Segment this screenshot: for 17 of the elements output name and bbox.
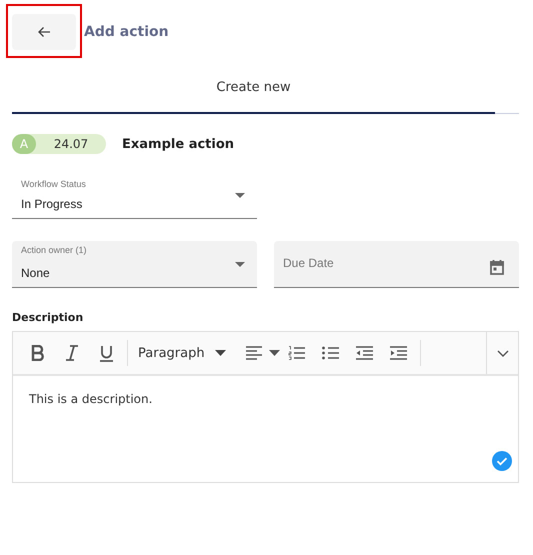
paragraph-dropdown[interactable]: Paragraph [132, 336, 236, 370]
calendar-icon [490, 259, 504, 275]
badge-number: 24.07 [52, 137, 90, 151]
dropdown-caret-icon [235, 193, 245, 198]
date-field[interactable]: Due Date [274, 241, 519, 288]
select-field[interactable]: Action owner (1) None [12, 241, 257, 288]
description-label: Description [12, 311, 84, 324]
tab[interactable]: Create new [12, 64, 495, 114]
badge-letter: A [12, 134, 36, 154]
caret-icon [214, 350, 226, 356]
back-arrow-icon [37, 26, 51, 38]
action-name: Example action [122, 136, 234, 152]
select-field[interactable]: Workflow Status In Progress [12, 177, 257, 219]
description-text: This is a description. [29, 392, 152, 406]
chevron-down-icon [496, 350, 508, 356]
page-title: Add action [84, 24, 169, 40]
dropdown-caret-icon [235, 262, 245, 267]
